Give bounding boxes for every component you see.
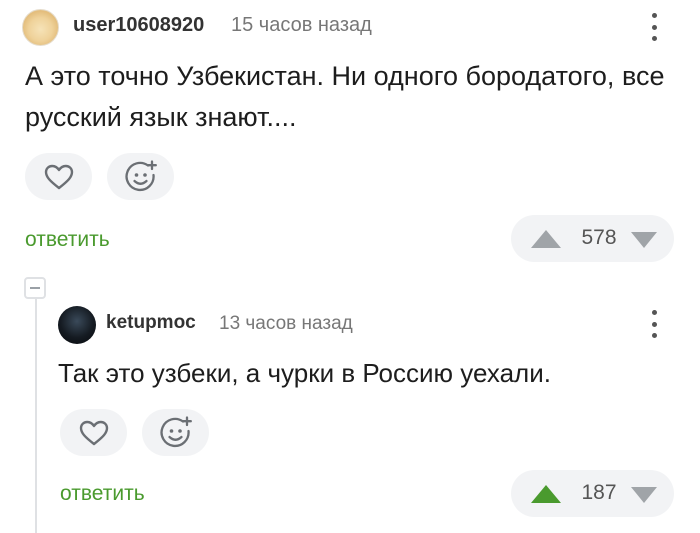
reply-button[interactable]: ответить: [60, 482, 145, 506]
more-icon[interactable]: [650, 310, 658, 338]
downvote-icon[interactable]: [629, 230, 659, 250]
like-button[interactable]: [25, 153, 92, 200]
comment-username[interactable]: ketupmoc: [106, 312, 196, 334]
heart-icon: [44, 164, 73, 189]
reply-button[interactable]: ответить: [25, 228, 110, 252]
upvote-icon[interactable]: [529, 228, 563, 250]
avatar[interactable]: [22, 9, 59, 46]
avatar[interactable]: [58, 306, 96, 344]
comment-text: А это точно Узбекистан. Ни одного борода…: [25, 61, 665, 132]
comment-time: 13 часов назад: [219, 313, 353, 334]
comment: user10608920 15 часов назад А это точно …: [0, 0, 700, 262]
downvote-icon[interactable]: [629, 485, 659, 505]
comment-username[interactable]: user10608920: [73, 14, 204, 37]
rating-control: 578: [511, 215, 674, 262]
comment-time: 15 часов назад: [231, 14, 372, 36]
rating-count: 187: [581, 481, 617, 504]
heart-icon: [79, 420, 108, 445]
rating-control: 187: [511, 470, 674, 517]
comment-text: Так это узбеки, а чурки в Россию уехали.: [58, 358, 551, 388]
upvote-icon[interactable]: [529, 483, 563, 505]
rating-count: 578: [581, 226, 617, 249]
add-reaction-icon: [124, 159, 157, 191]
like-button[interactable]: [60, 409, 127, 456]
add-reaction-button[interactable]: [107, 153, 174, 200]
add-reaction-icon: [159, 415, 192, 447]
comment-reply: ketupmoc 13 часов назад Так это узбеки, …: [0, 262, 700, 533]
more-icon[interactable]: [650, 13, 658, 41]
add-reaction-button[interactable]: [142, 409, 209, 456]
